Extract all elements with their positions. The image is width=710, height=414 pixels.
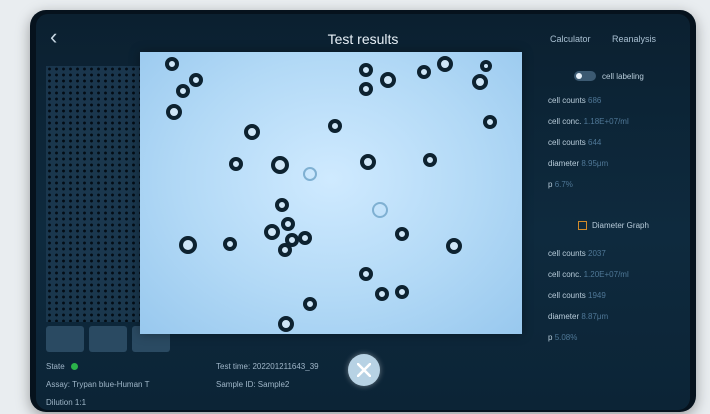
results-panel: cell labeling cell counts 686 cell conc.… (548, 66, 690, 366)
cell-labeling-label: cell labeling (602, 72, 644, 81)
result-row: cell counts 686 (548, 96, 602, 105)
cell-image-popup[interactable] (140, 52, 522, 334)
result-row: cell conc. 1.20E+07/ml (548, 270, 629, 279)
page-title: Test results (327, 31, 399, 47)
close-popup-button[interactable] (348, 354, 380, 386)
diameter-graph-checkbox[interactable] (578, 221, 587, 230)
result-row: cell counts 644 (548, 138, 602, 147)
assay-text: Assay: Trypan blue-Human T (46, 380, 150, 389)
diameter-graph-label: Diameter Graph (592, 221, 649, 230)
result-row: p 5.08% (548, 333, 578, 342)
result-row: cell counts 2037 (548, 249, 606, 258)
test-time-text: Test time: 202201211643_39 (216, 362, 319, 371)
result-row: diameter 8.87μm (548, 312, 609, 321)
sample-id-text: Sample ID: Sample2 (216, 380, 290, 389)
cell-micrograph (165, 56, 497, 332)
calculator-button[interactable]: Calculator (550, 34, 591, 44)
result-row: cell conc. 1.18E+07/ml (548, 117, 629, 126)
cell-labeling-toggle[interactable] (574, 71, 596, 81)
close-icon (357, 363, 371, 377)
result-row: diameter 8.95μm (548, 159, 609, 168)
status-ok-icon (70, 363, 78, 371)
thumbnail-2[interactable] (89, 326, 127, 352)
result-row: p 6.7% (548, 180, 573, 189)
dilution-text: Dilution 1:1 (46, 398, 87, 407)
result-row: cell counts 1949 (548, 291, 606, 300)
state-label: State (46, 362, 78, 371)
thumbnail-1[interactable] (46, 326, 84, 352)
reanalysis-button[interactable]: Reanalysis (612, 34, 656, 44)
